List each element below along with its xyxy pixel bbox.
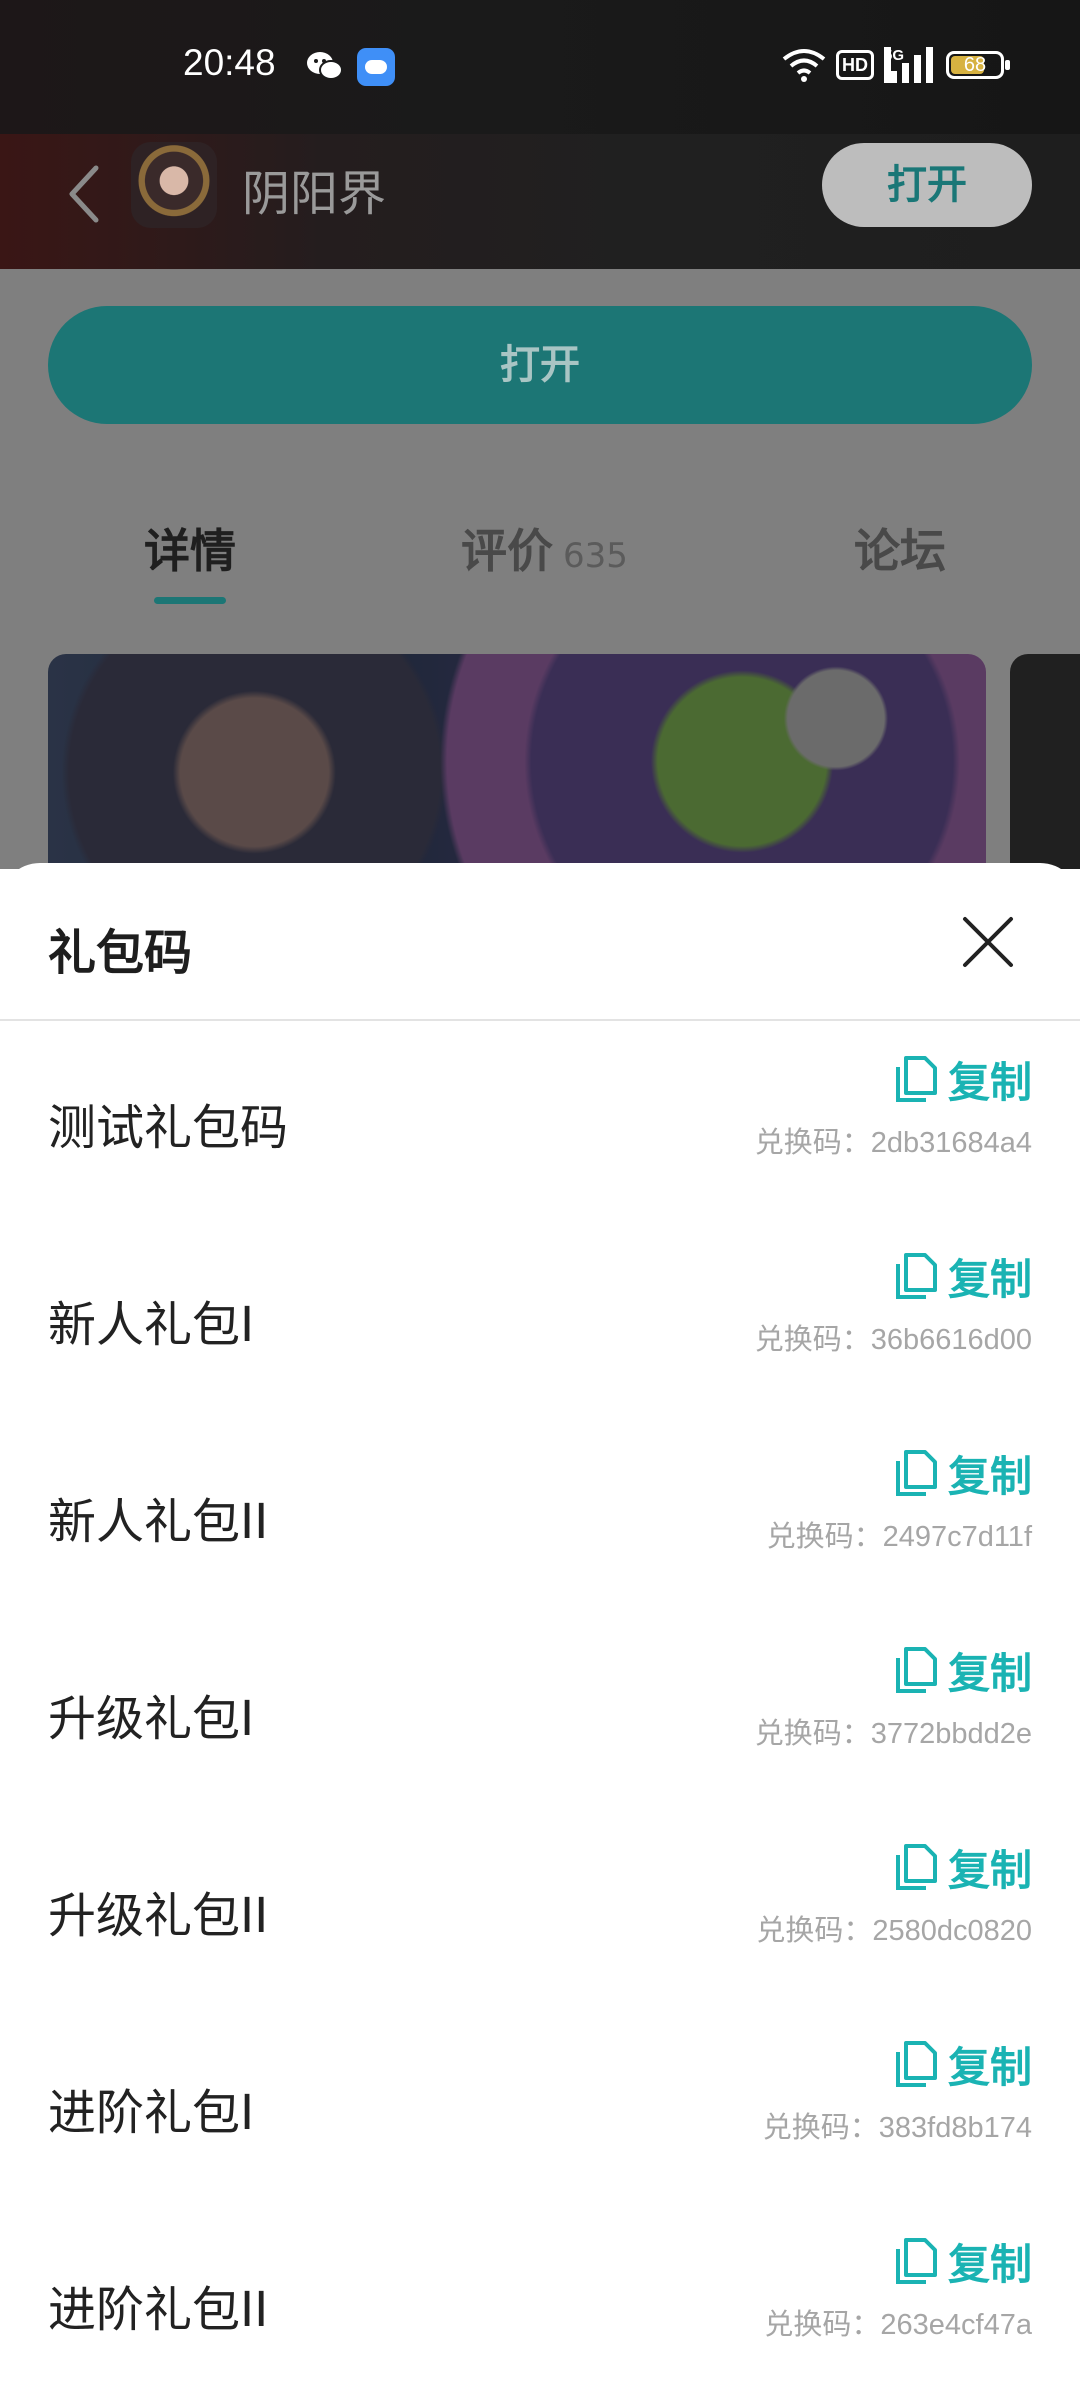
- sheet-header: 礼包码: [0, 863, 1080, 1021]
- copy-icon: [895, 1253, 937, 1299]
- tab-forum-label: 论坛: [854, 524, 946, 578]
- redeem-code: 兑换码：36b6616d00: [754, 1324, 1032, 1356]
- gift-name: 进阶礼包II: [48, 2282, 269, 2338]
- copy-label: 复制: [947, 1845, 1032, 1895]
- list-item: 新人礼包II 复制 兑换码：2497c7d11f: [0, 1415, 1080, 1611]
- copy-button[interactable]: 复制: [894, 1445, 1032, 1501]
- gift-name: 测试礼包码: [48, 1100, 289, 1156]
- screenshot-banner[interactable]: [48, 654, 986, 869]
- hd-badge: HD: [836, 50, 874, 80]
- tab-indicator: [154, 597, 226, 604]
- list-item: 进阶礼包I 复制 兑换码：383fd8b174: [0, 2006, 1080, 2202]
- redeem-code: 兑换码：2497c7d11f: [766, 1521, 1032, 1553]
- battery-level: 68: [963, 54, 987, 76]
- screenshot-banner-next[interactable]: [1010, 654, 1080, 869]
- copy-button[interactable]: 复制: [894, 1248, 1032, 1304]
- copy-icon: [895, 1647, 937, 1693]
- tab-forum[interactable]: 论坛: [854, 515, 946, 581]
- copy-icon: [895, 2041, 937, 2087]
- open-button[interactable]: 打开: [48, 306, 1032, 424]
- gift-code-sheet: 礼包码 测试礼包码 复制 兑换码：2db31684a4 新人礼包I 复制 兑换码…: [0, 863, 1080, 2400]
- redeem-code: 兑换码：263e4cf47a: [764, 2309, 1032, 2341]
- copy-button[interactable]: 复制: [894, 2036, 1032, 2092]
- copy-label: 复制: [947, 1254, 1032, 1304]
- reviews-count: 635: [563, 536, 628, 576]
- open-button-top[interactable]: 打开: [822, 143, 1032, 227]
- copy-icon: [895, 1450, 937, 1496]
- copy-label: 复制: [947, 1057, 1032, 1107]
- gift-name: 升级礼包I: [48, 1691, 255, 1747]
- back-icon[interactable]: [62, 162, 106, 226]
- redeem-code: 兑换码：2db31684a4: [754, 1127, 1032, 1159]
- gift-name: 新人礼包I: [48, 1297, 255, 1353]
- copy-button[interactable]: 复制: [894, 1051, 1032, 1107]
- app-badge-icon: [357, 48, 395, 86]
- copy-label: 复制: [947, 1451, 1032, 1501]
- status-time: 20:48: [183, 42, 276, 83]
- signal-icon: 5G: [884, 47, 936, 83]
- redeem-code: 兑换码：2580dc0820: [756, 1915, 1032, 1947]
- redeem-code: 兑换码：3772bbdd2e: [754, 1718, 1032, 1750]
- list-item: 新人礼包I 复制 兑换码：36b6616d00: [0, 1218, 1080, 1414]
- tab-reviews-label: 评价: [461, 524, 553, 578]
- app-detail-page: 打开 详情 评价 635 论坛: [0, 269, 1080, 869]
- app-bar: 阴阳界 打开: [0, 134, 1080, 269]
- status-icons: HD 5G 68: [782, 44, 1010, 86]
- list-item: 进阶礼包II 复制 兑换码：263e4cf47a: [0, 2203, 1080, 2399]
- list-item: 测试礼包码 复制 兑换码：2db31684a4: [0, 1021, 1080, 1217]
- copy-label: 复制: [947, 1648, 1032, 1698]
- tab-reviews[interactable]: 评价 635: [461, 515, 628, 581]
- copy-button[interactable]: 复制: [894, 1839, 1032, 1895]
- app-name: 阴阳界: [242, 166, 387, 222]
- app-icon: [131, 142, 217, 228]
- gift-name: 升级礼包II: [48, 1888, 269, 1944]
- copy-label: 复制: [947, 2239, 1032, 2289]
- redeem-code: 兑换码：383fd8b174: [762, 2112, 1032, 2144]
- battery-icon: 68: [946, 51, 1010, 79]
- gift-name: 进阶礼包I: [48, 2085, 255, 2141]
- gift-name: 新人礼包II: [48, 1494, 269, 1550]
- wifi-icon: [782, 49, 826, 82]
- list-item: 升级礼包II 复制 兑换码：2580dc0820: [0, 1809, 1080, 2005]
- close-icon[interactable]: [962, 916, 1014, 968]
- copy-label: 复制: [947, 2042, 1032, 2092]
- copy-icon: [895, 1056, 937, 1102]
- copy-icon: [895, 1844, 937, 1890]
- copy-button[interactable]: 复制: [894, 2233, 1032, 2289]
- status-bar: 20:48 HD 5G 68: [0, 0, 1080, 134]
- tab-details-label: 详情: [144, 524, 236, 578]
- copy-button[interactable]: 复制: [894, 1642, 1032, 1698]
- list-item: 升级礼包I 复制 兑换码：3772bbdd2e: [0, 1612, 1080, 1808]
- copy-icon: [895, 2238, 937, 2284]
- wechat-icon: [307, 52, 343, 80]
- tab-details[interactable]: 详情: [144, 515, 236, 581]
- sheet-title: 礼包码: [48, 925, 193, 981]
